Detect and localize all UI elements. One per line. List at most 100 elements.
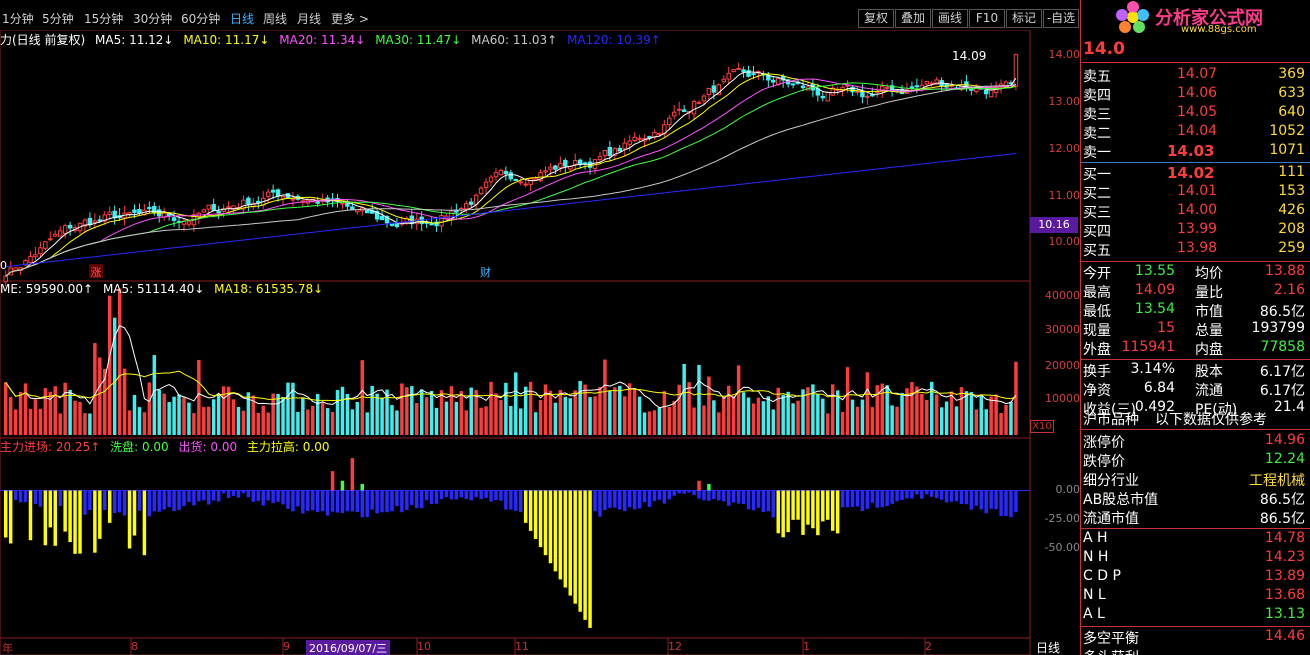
indicator-bar bbox=[845, 490, 850, 508]
indicator-bar bbox=[622, 490, 627, 512]
indicator-bar bbox=[315, 490, 320, 513]
period-30min[interactable]: 30分钟 bbox=[133, 10, 172, 27]
event-finance-badge[interactable]: 财 bbox=[480, 264, 491, 280]
indicator-bar bbox=[662, 490, 667, 504]
volume-bar bbox=[236, 406, 241, 435]
chart-canvas[interactable] bbox=[0, 30, 1080, 655]
indicator-bar bbox=[266, 490, 270, 501]
candle-body bbox=[518, 181, 523, 184]
f10-button[interactable]: F10 bbox=[969, 9, 1005, 28]
volume-bar bbox=[335, 390, 340, 435]
indicator-bar bbox=[83, 490, 87, 515]
volume-bar bbox=[107, 295, 112, 435]
candle-body bbox=[721, 78, 726, 83]
main-force-bar bbox=[340, 480, 345, 491]
volume-bar bbox=[410, 386, 414, 435]
candle-body bbox=[33, 254, 38, 258]
period-monthly[interactable]: 月线 bbox=[297, 10, 321, 27]
bid-row: 买二 14.01 153 bbox=[1081, 183, 1310, 202]
indicator-bar bbox=[593, 490, 597, 512]
candle-body bbox=[280, 195, 286, 199]
period-15min[interactable]: 15分钟 bbox=[84, 10, 123, 27]
candle-body bbox=[87, 217, 93, 226]
info-row: 跌停价 12.24 bbox=[1081, 451, 1310, 470]
volume-bar bbox=[390, 405, 394, 435]
volume-bar bbox=[816, 394, 820, 435]
stat-row: 最高 14.09 量比 2.16 bbox=[1081, 282, 1310, 301]
period-60min[interactable]: 60分钟 bbox=[181, 10, 220, 27]
candle-body bbox=[607, 146, 613, 157]
volume-bar bbox=[499, 400, 503, 435]
period-5min[interactable]: 5分钟 bbox=[42, 10, 74, 27]
volume-bar bbox=[603, 359, 607, 435]
stat-label: 内盘 bbox=[1195, 342, 1223, 358]
volume-bar bbox=[791, 403, 795, 435]
high-marker: 14.09 bbox=[952, 49, 987, 63]
candle-body bbox=[736, 67, 741, 70]
period-more[interactable]: 更多 > bbox=[331, 10, 369, 27]
period-daily[interactable]: 日线 bbox=[230, 10, 254, 27]
indicator-bar bbox=[330, 490, 335, 512]
stat-row: 现量 15 总量 193799 bbox=[1081, 320, 1310, 339]
stat-value: 0.492 bbox=[1134, 399, 1175, 415]
volume-bar bbox=[642, 412, 647, 435]
volume-bar bbox=[746, 397, 751, 435]
volume-bar bbox=[405, 387, 409, 435]
indicator-bar bbox=[439, 490, 444, 500]
volume-bar bbox=[83, 413, 87, 435]
watchlist-button[interactable]: -自选 bbox=[1043, 9, 1079, 28]
candle-body bbox=[731, 68, 736, 73]
indicator-bar bbox=[177, 490, 181, 510]
volume-ma18-line bbox=[5, 370, 1017, 402]
indicator-bar bbox=[8, 490, 13, 544]
indicator-bar bbox=[726, 490, 731, 506]
candle-body bbox=[265, 191, 271, 197]
mark-button[interactable]: 标记 bbox=[1006, 9, 1042, 28]
candle-body bbox=[3, 275, 8, 283]
candle-body bbox=[602, 149, 608, 156]
indicator-bar bbox=[761, 490, 766, 513]
volume-bar bbox=[434, 407, 439, 435]
period-1min[interactable]: 1分钟 bbox=[2, 10, 34, 27]
site-logo: 分析家公式网 www.88gs.com bbox=[1111, 0, 1310, 35]
volume-bar bbox=[464, 410, 468, 435]
draw-line-button[interactable]: 画线 bbox=[932, 9, 968, 28]
indicator-bar bbox=[811, 490, 815, 529]
info-label: 涨停价 bbox=[1083, 435, 1125, 451]
volume-bar bbox=[419, 389, 424, 435]
indicator-bar bbox=[335, 490, 340, 513]
event-rise-badge[interactable]: 涨 bbox=[89, 264, 103, 279]
period-weekly[interactable]: 周线 bbox=[263, 10, 287, 27]
price-tick: 12.00 bbox=[1048, 142, 1081, 155]
overlay-button[interactable]: 叠加 bbox=[895, 9, 931, 28]
candle-body bbox=[909, 86, 915, 89]
volume-bar bbox=[479, 407, 483, 435]
stat-value: 86.5亿 bbox=[1259, 304, 1305, 320]
volume-bar bbox=[112, 317, 117, 435]
indicator-bar bbox=[885, 490, 889, 506]
volume-bar bbox=[647, 411, 652, 435]
bid-label: 买五 bbox=[1083, 243, 1111, 259]
indicator-bar bbox=[821, 490, 825, 522]
volume-bar bbox=[722, 397, 726, 435]
stat-label: 净资 bbox=[1083, 383, 1111, 399]
volume-bar bbox=[974, 409, 979, 435]
candle-body bbox=[468, 201, 474, 205]
adjust-button[interactable]: 复权 bbox=[858, 9, 894, 28]
candle-body bbox=[340, 202, 345, 205]
stat-value: 6.17亿 bbox=[1259, 383, 1305, 399]
volume-tick: 40000 bbox=[1045, 289, 1080, 302]
volume-bar bbox=[538, 400, 543, 435]
indicator-bar bbox=[18, 490, 23, 503]
indicator-bar bbox=[806, 490, 810, 525]
candle-body bbox=[523, 183, 528, 186]
volume-bar bbox=[261, 405, 265, 435]
period-status[interactable]: 日线 bbox=[1036, 639, 1060, 655]
volume-bar bbox=[127, 410, 132, 435]
indicator-bar bbox=[880, 490, 884, 508]
indicator-bar bbox=[523, 490, 528, 523]
indicator-bar bbox=[197, 490, 201, 502]
stat-value: 21.4 bbox=[1273, 399, 1305, 415]
indicator-bar bbox=[989, 490, 993, 509]
indicator-bar bbox=[563, 490, 568, 588]
